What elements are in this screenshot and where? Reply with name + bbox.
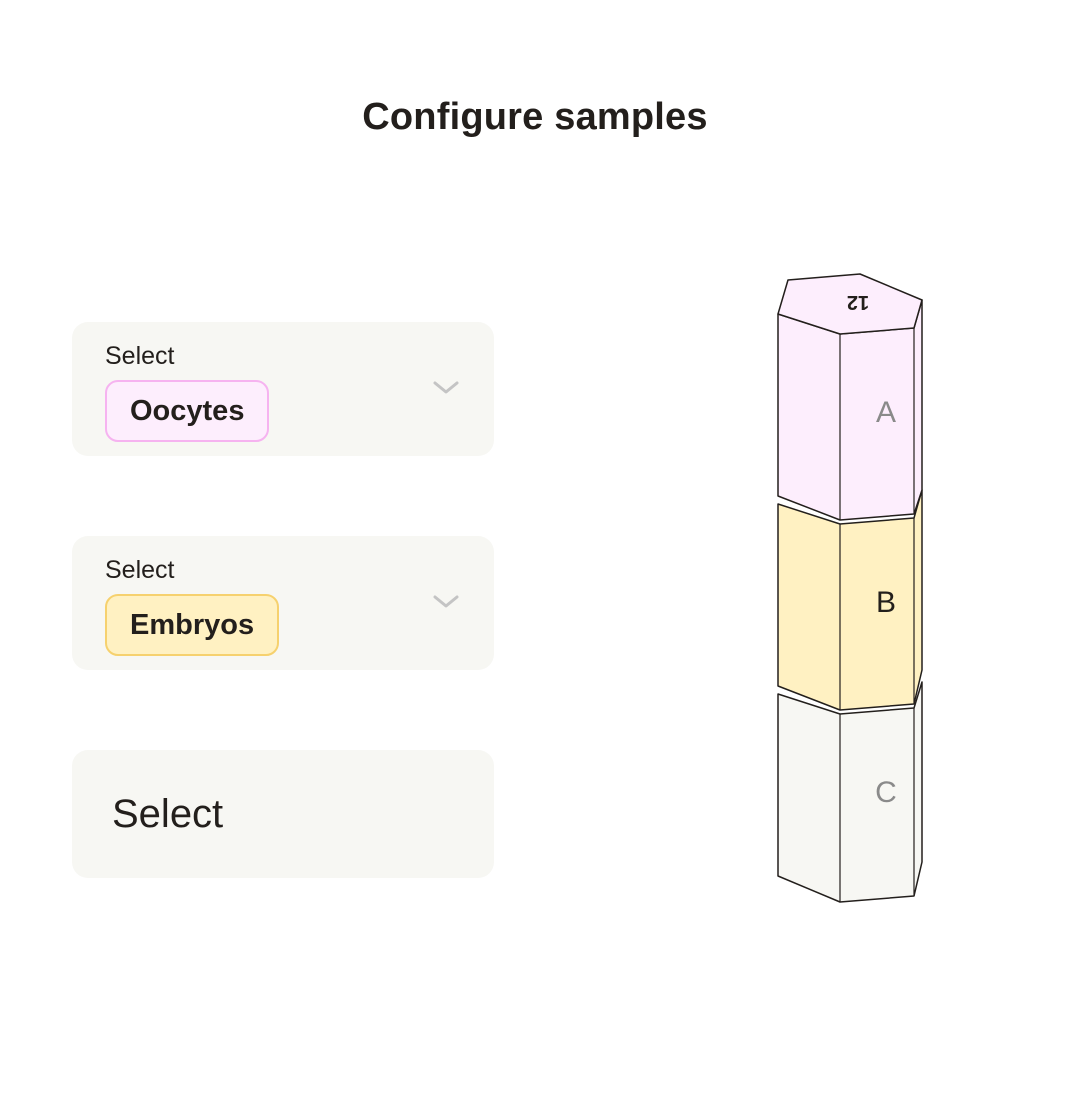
- segment-label-c: C: [875, 776, 897, 809]
- straw-segment-c: C: [777, 681, 923, 903]
- segment-label-b: B: [876, 586, 896, 619]
- chip-label: Embryos: [130, 608, 255, 641]
- straw-cap-label: 12: [847, 291, 869, 313]
- segment-label-a: A: [876, 396, 896, 429]
- select-label: Select: [105, 342, 175, 370]
- configure-samples-page: Configure samples Select Oocytes Select …: [0, 0, 1070, 1120]
- selected-chip-oocytes: Oocytes: [105, 380, 270, 442]
- straw-segment-a: 12 A: [777, 273, 923, 521]
- chip-label: Oocytes: [130, 394, 245, 427]
- straw-illustration: C B 12 A: [760, 262, 940, 922]
- selected-chip-embryos: Embryos: [105, 594, 280, 656]
- page-title: Configure samples: [362, 96, 708, 138]
- select-label: Select: [105, 556, 175, 584]
- straw-svg: C B 12 A: [777, 273, 923, 903]
- chevron-down-icon[interactable]: [432, 592, 460, 612]
- sample-select-2[interactable]: Select Embryos: [72, 536, 494, 670]
- select-placeholder: Select: [112, 792, 224, 836]
- chevron-down-icon[interactable]: [432, 378, 460, 398]
- sample-select-1[interactable]: Select Oocytes: [72, 322, 494, 456]
- straw-segment-b: B: [777, 489, 923, 711]
- sample-select-3[interactable]: Select: [72, 750, 494, 878]
